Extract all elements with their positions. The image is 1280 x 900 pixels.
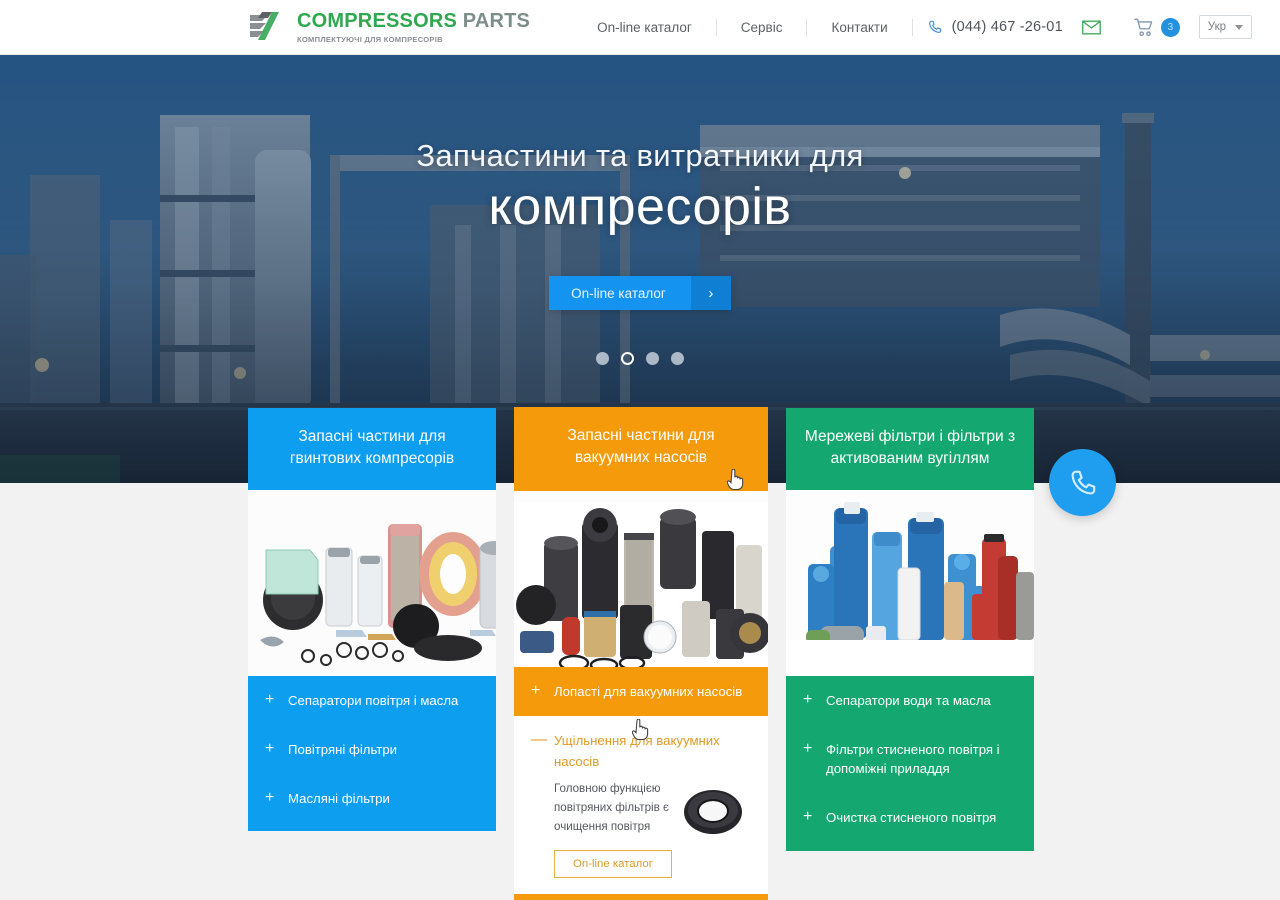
nav-item-contacts[interactable]: Контакти: [807, 20, 911, 35]
category-card-vacuum-pump-parts: Запасні частини для вакуумних насосів + …: [514, 407, 768, 900]
plus-icon: +: [531, 682, 541, 699]
logo-mark-icon: [250, 12, 279, 40]
hero-catalog-button[interactable]: On-line каталог ›: [549, 276, 731, 311]
logo-text: COMPRESSORS PARTS КОМПЛЕКТУЮЧІ ДЛЯ КОМПР…: [297, 11, 530, 44]
carousel-dot-3[interactable]: [646, 352, 659, 366]
accordion-item-header[interactable]: — Ущільнення для вакуумних насосів: [531, 731, 750, 772]
site-logo[interactable]: COMPRESSORS PARTS КОМПЛЕКТУЮЧІ ДЛЯ КОМПР…: [248, 9, 530, 45]
carousel-dot-2[interactable]: [621, 352, 634, 366]
language-selector-value: Укр: [1207, 21, 1226, 33]
accordion-item-label: Фільтри стисненого повітря і допоміжні п…: [826, 742, 1000, 777]
accordion-item[interactable]: + Масляні фільтри: [248, 774, 496, 823]
plus-icon: +: [803, 740, 813, 758]
accordion-item-description: Головною функцією повітряних фільтрів є …: [554, 782, 669, 833]
accordion-catalog-button[interactable]: On-line каталог: [554, 850, 672, 879]
logo-title: COMPRESSORS PARTS: [297, 11, 530, 31]
accordion-item-expanded: — Ущільнення для вакуумних насосів Голов…: [514, 716, 768, 895]
plus-icon: +: [265, 691, 275, 708]
accordion-item-row: + Лопасті для вакуумних насосів: [514, 667, 768, 716]
category-card-screw-compressor-parts: Запасні частини для гвинтових компресорі…: [248, 408, 496, 832]
carousel-dot-4[interactable]: [671, 352, 684, 366]
accordion-item-body: Головною функцією повітряних фільтрів є …: [531, 780, 750, 838]
category-card-photo: [786, 490, 1034, 676]
page-root: COMPRESSORS PARTS КОМПЛЕКТУЮЧІ ДЛЯ КОМПР…: [0, 0, 1280, 900]
accordion-item[interactable]: + Повітряні фільтри: [248, 725, 496, 774]
envelope-icon[interactable]: [1082, 20, 1101, 35]
call-back-floating-button[interactable]: [1049, 449, 1116, 516]
site-header: COMPRESSORS PARTS КОМПЛЕКТУЮЧІ ДЛЯ КОМПР…: [0, 0, 1280, 55]
carousel-dots: [596, 352, 684, 366]
nav-item-catalog[interactable]: On-line каталог: [573, 20, 716, 35]
accordion-item[interactable]: + Лопасті для вакуумних насосів: [514, 667, 768, 717]
accordion-item-row: + Комплекти для обслуговування: [514, 894, 768, 900]
plus-icon: +: [803, 691, 813, 708]
logo-word-compressors: COMPRESSORS: [297, 9, 458, 32]
hero-subtitle: Запчастини та витратники для: [416, 138, 864, 173]
carousel-dot-1[interactable]: [596, 352, 609, 366]
category-card-title[interactable]: Мережеві фільтри і фільтри з активованим…: [786, 408, 1034, 490]
accordion-item[interactable]: + Сепаратори води та масла: [786, 676, 1034, 725]
category-card-line-filters: Мережеві фільтри і фільтри з активованим…: [786, 408, 1034, 851]
category-accordion: + Сепаратори повітря і масла + Повітряні…: [248, 676, 496, 832]
cart-widget[interactable]: 3: [1134, 17, 1180, 37]
plus-icon: +: [265, 740, 275, 758]
category-cards: Запасні частини для гвинтових компресорі…: [248, 407, 1038, 900]
phone-icon: [1071, 470, 1095, 494]
accordion-item-label: Сепаратори води та масла: [826, 693, 991, 708]
accordion-item-label: Повітряні фільтри: [288, 742, 398, 758]
header-contact-block: (044) 467 -26-01 3: [927, 17, 1180, 37]
logo-subtitle: КОМПЛЕКТУЮЧІ ДЛЯ КОМПРЕСОРІВ: [297, 34, 443, 44]
accordion-item[interactable]: + Очистка стисненого повітря: [786, 793, 1034, 842]
category-accordion: + Сепаратори води та масла + Фільтри сти…: [786, 676, 1034, 851]
chevron-right-icon: ›: [690, 276, 731, 311]
category-card-photo: [514, 491, 768, 667]
accordion-item-label: Очистка стисненого повітря: [826, 810, 997, 826]
plus-icon: +: [803, 808, 813, 826]
header-phone-number[interactable]: (044) 467 -26-01: [952, 19, 1063, 35]
accordion-item[interactable]: + Комплекти для обслуговування: [514, 894, 768, 900]
accordion-item[interactable]: + Сепаратори повітря і масла: [248, 676, 496, 725]
minus-icon: —: [531, 731, 547, 749]
accordion-item-label: Ущільнення для вакуумних насосів: [554, 733, 720, 769]
seal-ring-image: [684, 790, 742, 835]
logo-word-parts: PARTS: [462, 9, 531, 32]
hero-title: компресорів: [488, 178, 792, 236]
accordion-item[interactable]: + Фільтри стисненого повітря і допоміжні…: [786, 725, 1034, 793]
cart-icon: [1134, 18, 1153, 36]
accordion-item-label: Лопасті для вакуумних насосів: [554, 684, 743, 699]
phone-icon: [928, 20, 941, 33]
nav-divider: [911, 18, 913, 36]
category-card-title[interactable]: Запасні частини для вакуумних насосів: [514, 407, 768, 491]
nav-item-service[interactable]: Сервіс: [717, 20, 807, 35]
chevron-down-icon: [1235, 24, 1243, 30]
accordion-item-label: Масляні фільтри: [288, 791, 390, 807]
cart-count-badge: 3: [1160, 17, 1180, 37]
language-selector[interactable]: Укр: [1198, 15, 1252, 39]
hero-catalog-button-label: On-line каталог: [549, 276, 691, 311]
accordion-item-label: Сепаратори повітря і масла: [288, 693, 459, 708]
plus-icon: +: [265, 789, 275, 807]
main-navigation: On-line каталог Сервіс Контакти: [573, 18, 913, 36]
category-card-photo: [248, 490, 496, 676]
category-card-title[interactable]: Запасні частини для гвинтових компресорі…: [248, 408, 496, 490]
